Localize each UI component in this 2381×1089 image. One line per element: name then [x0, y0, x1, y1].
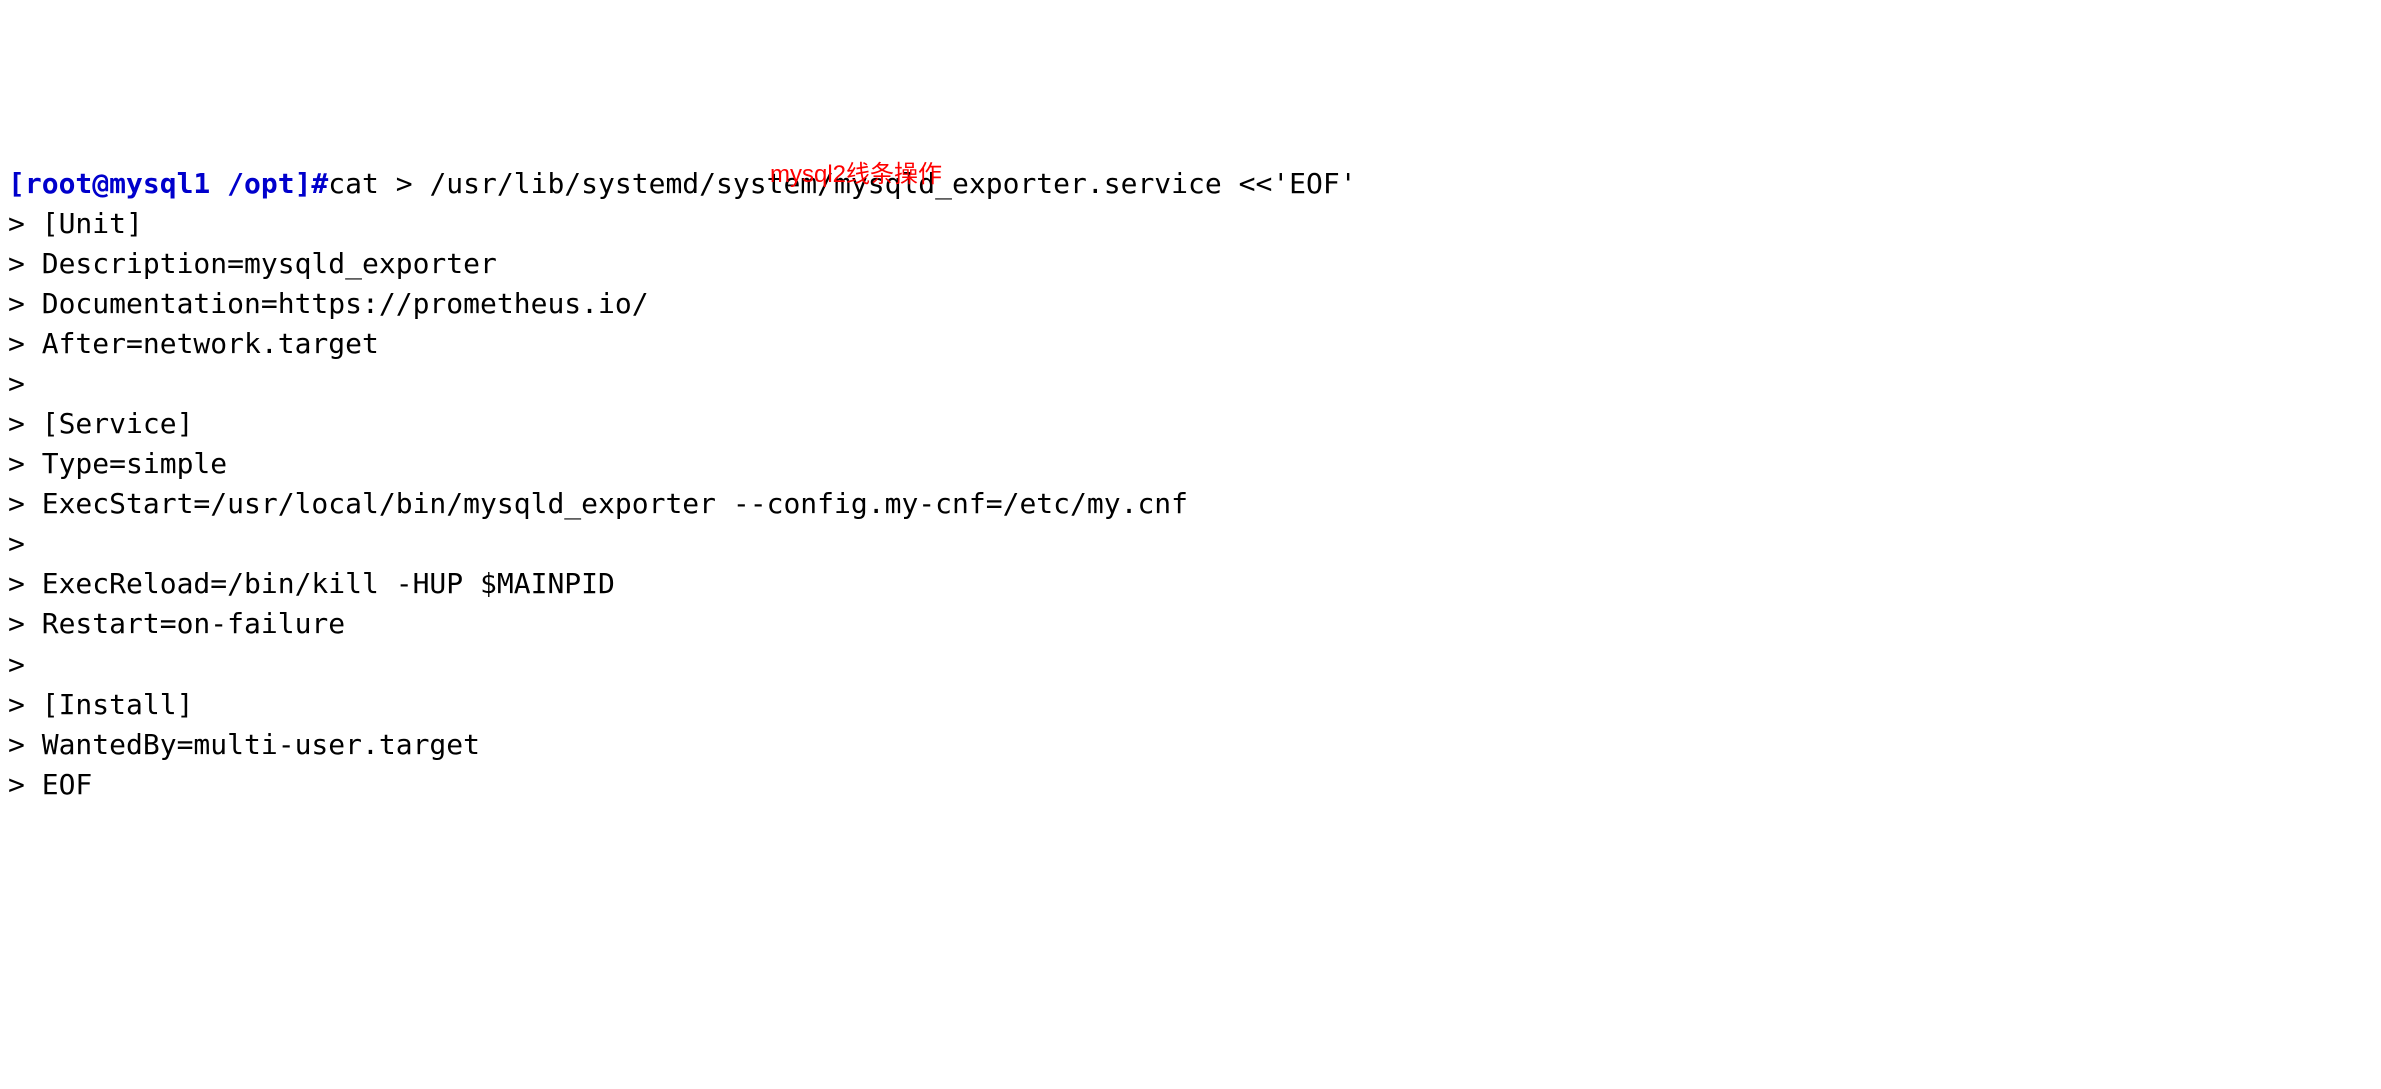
- heredoc-line: > Type=simple: [8, 444, 2373, 484]
- heredoc-line: >: [8, 645, 2373, 685]
- heredoc-line: > [Service]: [8, 404, 2373, 444]
- heredoc-line: > [Install]: [8, 685, 2373, 725]
- heredoc-line: > EOF: [8, 765, 2373, 805]
- terminal-output: [root@mysql1 /opt]#cat > /usr/lib/system…: [8, 164, 2373, 805]
- heredoc-line: > Restart=on-failure: [8, 604, 2373, 644]
- heredoc-line: > ExecStart=/usr/local/bin/mysqld_export…: [8, 484, 2373, 524]
- annotation-label: mysql2线条操作: [770, 158, 942, 192]
- heredoc-line: > [Unit]: [8, 204, 2373, 244]
- shell-prompt: [root@mysql1 /opt]#: [8, 167, 328, 200]
- heredoc-line: >: [8, 524, 2373, 564]
- heredoc-line: > ExecReload=/bin/kill -HUP $MAINPID: [8, 564, 2373, 604]
- heredoc-line: >: [8, 364, 2373, 404]
- heredoc-line: > WantedBy=multi-user.target: [8, 725, 2373, 765]
- heredoc-line: > Documentation=https://prometheus.io/: [8, 284, 2373, 324]
- heredoc-line: > After=network.target: [8, 324, 2373, 364]
- heredoc-line: > Description=mysqld_exporter: [8, 244, 2373, 284]
